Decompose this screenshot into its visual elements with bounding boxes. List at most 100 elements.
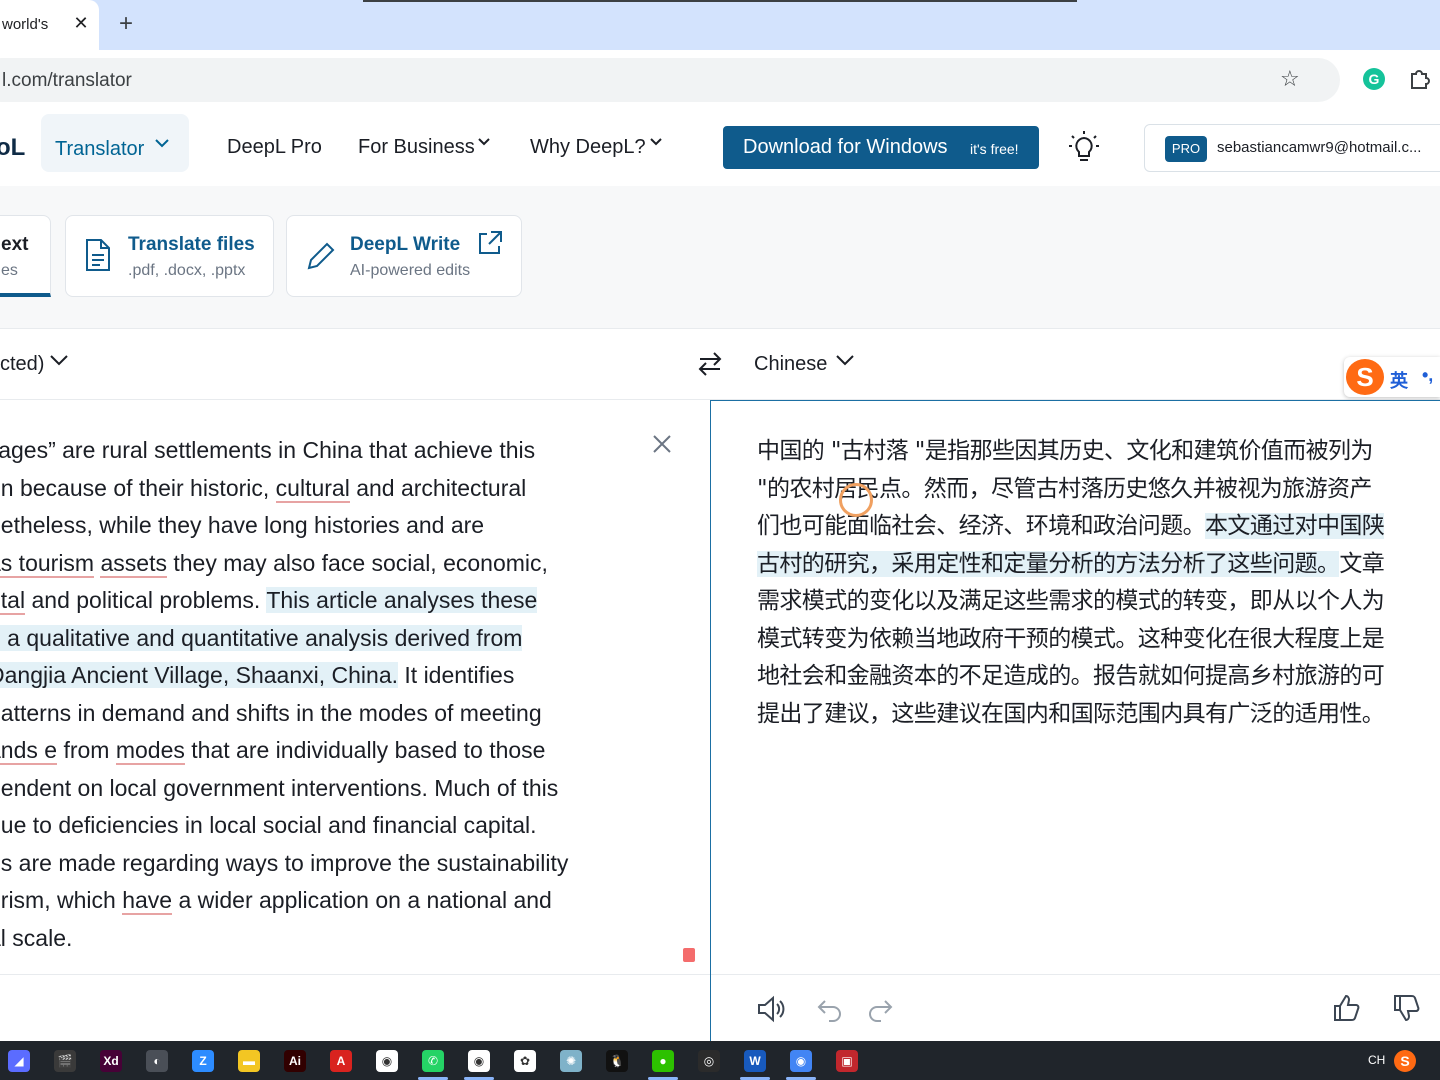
nav-for-business[interactable]: For Business [358,136,475,159]
target-segment: 地社会和金融资本的不足造成的。报告就如何提高乡村旅游的可 [757,663,1385,689]
source-line: due to deficiencies in local social and … [0,807,648,845]
target-segment: 提出了建议，这些建议在国内和国际范围内具有广泛的适用性。 [757,700,1385,727]
lightbulb-icon[interactable] [1068,130,1100,164]
url-text[interactable]: l.com/translator [2,70,132,92]
source-segment: ands e [0,737,58,765]
mode-write-sub: AI-powered edits [350,262,471,279]
chevron-down-icon[interactable] [834,349,856,377]
deepl-logo[interactable]: oL [0,134,25,162]
mode-deepl-write[interactable]: DeepL Write AI-powered edits [286,215,522,297]
taskbar-whatsapp-icon[interactable]: ✆ [422,1050,444,1072]
source-segment: that are individually based to those [184,737,546,763]
mode-translate-files[interactable]: Translate files .pdf, .docx, .pptx [65,215,274,297]
thumbs-up-icon[interactable] [1331,993,1363,1027]
taskbar-acrobat-icon[interactable]: A [330,1050,352,1072]
taskbar-chrome-icon[interactable]: ◉ [376,1050,398,1072]
taskbar-adobe-xd-icon[interactable]: Xd [100,1050,122,1072]
input-language-indicator[interactable]: CH [1368,1053,1385,1067]
browser-tab[interactable]: world's ✕ [0,0,99,50]
taskbar-wechat-icon[interactable]: ● [652,1050,674,1072]
source-line: netheless, while they have long historie… [0,507,648,545]
source-line: urism, which have a wider application on… [0,882,648,920]
source-text-pane[interactable]: llages” are rural settlements in China t… [0,400,710,974]
account-email: sebastiancamwr9@hotmail.c... [1217,139,1422,156]
new-tab-button[interactable]: + [114,10,138,38]
source-language-select[interactable]: cted) [0,353,44,376]
tab-strip-accent-line [363,0,1077,2]
taskbar-app-store-icon[interactable]: ✿ [514,1050,536,1072]
download-note: it's free! [970,141,1019,157]
taskbar-browser-app-icon[interactable]: ✺ [560,1050,582,1072]
ime-punctuation-toggle[interactable]: •, [1422,365,1433,386]
taskbar-media-app-icon[interactable]: ◎ [698,1050,720,1072]
chevron-down-icon[interactable] [48,349,70,377]
source-segment: ns are made regarding ways to improve th… [0,849,569,876]
download-for-windows-button[interactable]: Download for Windows it's free! [723,126,1039,169]
language-selector-row: cted) Chinese S 英 •, [0,328,1440,400]
taskbar-zoom-icon[interactable]: Z [192,1050,214,1072]
target-language-select[interactable]: Chinese [754,353,827,376]
chevron-down-icon [648,133,664,154]
mode-files-title: Translate files [128,234,255,255]
target-line: 提出了建议，这些建议在国内和国际范围内具有广泛的适用性。 [757,696,1440,734]
source-segment: netheless, while they have long historie… [0,512,485,538]
nav-translator-label: Translator [55,138,145,160]
speaker-icon[interactable] [755,993,787,1027]
source-segment: and political problems. [25,587,267,613]
source-textarea[interactable]: llages” are rural settlements in China t… [0,432,648,957]
nav-why-deepl[interactable]: Why DeepL? [530,136,646,159]
address-bar[interactable]: l.com/translator ☆ [0,58,1340,102]
source-line: as tourism assets they may also face soc… [0,545,648,583]
account-menu[interactable]: PRO sebastiancamwr9@hotmail.c... [1144,124,1440,172]
source-segment: pendent on local government intervention… [0,774,559,801]
taskbar-qq-icon[interactable]: 🐧 [606,1050,628,1072]
mode-text-sub: es [1,262,18,279]
grammarly-extension-icon[interactable]: G [1363,68,1385,90]
redo-icon[interactable] [865,993,897,1027]
taskbar-clapper-app-icon[interactable]: 🎬 [54,1050,76,1072]
source-segment: modes [115,737,185,765]
clear-text-icon[interactable] [651,430,675,460]
taskbar-word-icon[interactable]: W [744,1050,766,1072]
taskbar-illustrator-icon[interactable]: Ai [284,1050,306,1072]
swap-languages-icon[interactable] [696,349,724,381]
ime-toolbar[interactable]: S 英 •, [1344,357,1440,397]
external-link-icon [477,230,503,261]
sogou-ime-icon[interactable]: S [1346,359,1384,395]
download-label: Download for Windows [743,136,948,158]
source-line: on because of their historic, cultural a… [0,470,648,508]
mode-files-sub: .pdf, .docx, .pptx [128,262,246,279]
source-segment: assets [100,549,167,578]
undo-icon[interactable] [815,993,847,1027]
deepl-header: oL Translator DeepL Pro For Business Why… [0,110,1440,186]
nav-translator[interactable]: Translator [41,114,189,172]
mode-translate-text[interactable]: ext es [0,215,51,297]
source-segment: urism, which [0,887,123,913]
mode-text-title: ext [1,234,29,255]
taskbar-pinned-app-icon[interactable]: ◐ [146,1050,168,1072]
sogou-tray-icon[interactable]: S [1394,1050,1416,1072]
taskbar-chrome-profile-icon[interactable]: ◉ [468,1050,490,1072]
bookmark-star-icon[interactable]: ☆ [1280,66,1302,91]
taskbar-file-explorer-icon[interactable]: ▬ [238,1050,260,1072]
taskbar-pdf-app-icon[interactable]: ▣ [836,1050,858,1072]
source-line: ands e from modes that are individually … [0,732,648,770]
ime-mode-toggle[interactable]: 英 [1390,367,1408,393]
source-line: g a qualitative and quantitative analysi… [0,620,648,658]
source-segment: al scale. [0,924,73,951]
thumbs-down-icon[interactable] [1391,993,1423,1027]
target-segment: 需求模式的变化以及满足这些需求的模式的转变，即从以个人为 [757,588,1385,614]
grammarly-status-indicator[interactable] [683,948,695,962]
screen: world's ✕ + l.com/translator ☆ G oL Tran… [0,0,1440,1080]
nav-deepl-pro[interactable]: DeepL Pro [227,136,322,159]
source-segment: from [57,737,116,763]
source-line: ntal and political problems. This articl… [0,582,648,620]
source-segment: a wider application on a national and [172,887,552,913]
translation-output[interactable]: 中国的 "古村落 "是指那些因其历史、文化和建筑价值而被列为 "的农村居民点。然而… [757,433,1440,733]
chevron-down-icon [476,133,492,154]
extensions-puzzle-icon[interactable] [1408,66,1432,92]
taskbar-windows-start-icon[interactable]: ◢ [8,1050,30,1072]
target-segment: 本文通过对中国陕 [1205,513,1385,539]
taskbar-chrome-active-icon[interactable]: ◉ [790,1050,812,1072]
tab-close-icon[interactable]: ✕ [72,13,90,33]
